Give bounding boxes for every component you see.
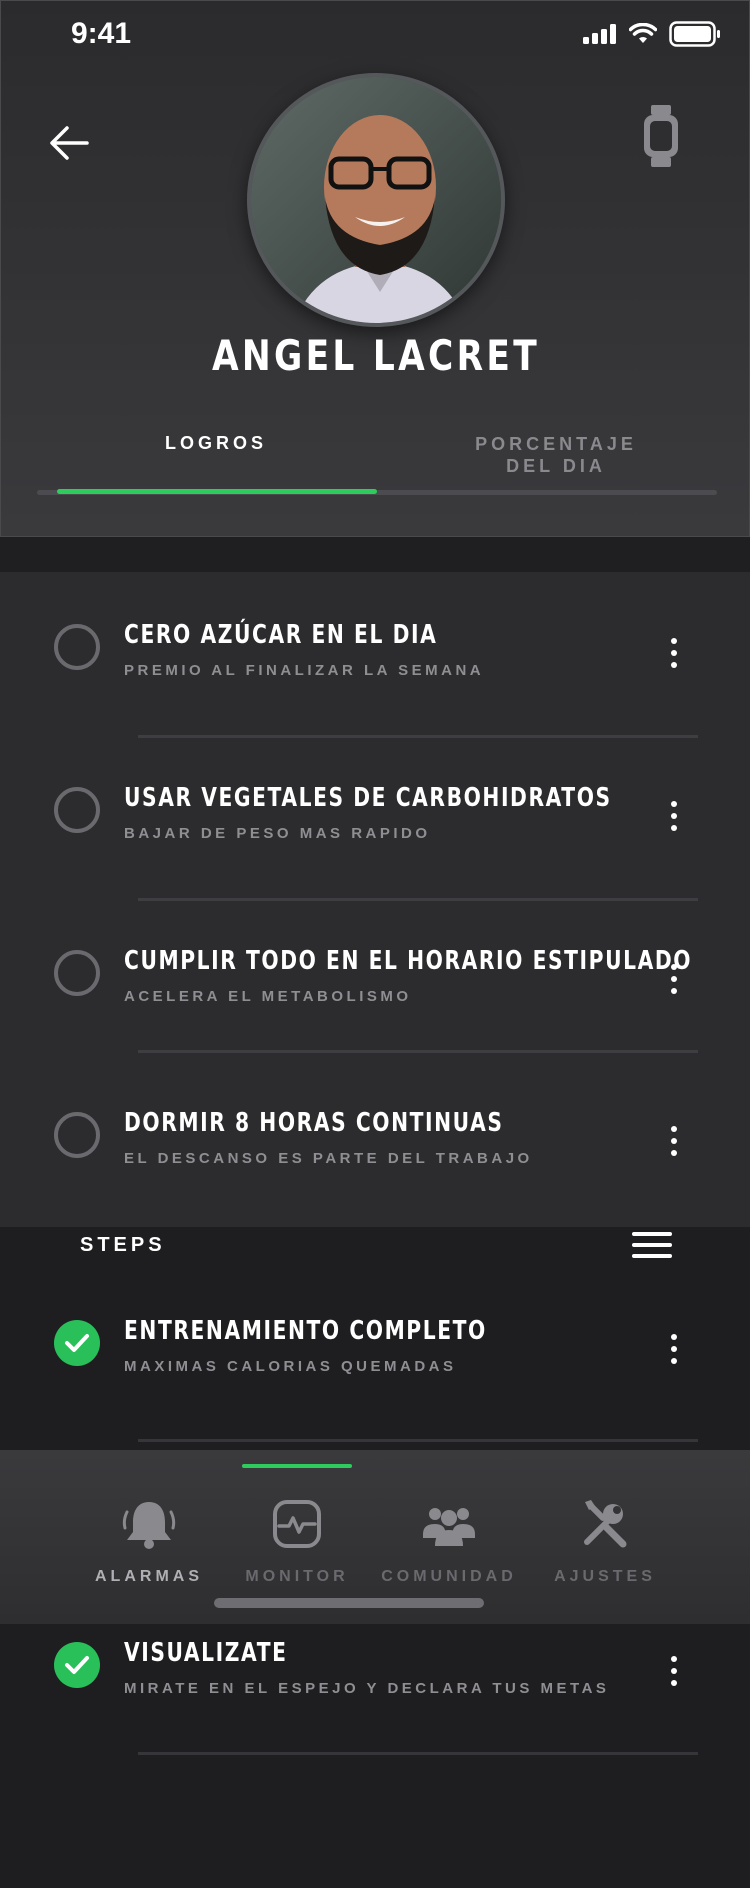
checked-circle-icon[interactable] <box>54 1642 100 1688</box>
item-subtitle: MAXIMAS CALORIAS QUEMADAS <box>124 1358 457 1375</box>
bottom-tab-bar: ALARMAS MONITOR COMUNIDAD AJUSTES <box>0 1450 750 1624</box>
unchecked-circle-icon[interactable] <box>54 624 100 670</box>
tab-logros[interactable]: LOGROS <box>131 433 301 454</box>
bell-icon <box>122 1502 176 1549</box>
more-options-icon[interactable] <box>664 1334 684 1368</box>
item-subtitle: ACELERA EL METABOLISMO <box>124 988 412 1005</box>
nav-label: ALARMAS <box>95 1568 203 1585</box>
item-subtitle: EL DESCANSO ES PARTE DEL TRABAJO <box>124 1150 533 1167</box>
profile-photo <box>251 77 501 323</box>
wifi-icon <box>629 23 657 43</box>
more-options-icon[interactable] <box>664 638 684 672</box>
status-icons <box>583 21 721 47</box>
nav-alarmas[interactable]: ALARMAS <box>74 1498 224 1586</box>
checked-circle-icon[interactable] <box>54 1320 100 1366</box>
tab-porcentaje-del-dia[interactable]: PORCENTAJE DEL DIA <box>451 433 661 477</box>
item-title: ENTRENAMIENTO COMPLETO <box>124 1316 487 1346</box>
nav-ajustes[interactable]: AJUSTES <box>530 1498 680 1586</box>
list-item[interactable]: CUMPLIR TODO EN EL HORARIO ESTIPULADO AC… <box>0 946 750 1036</box>
smartwatch-icon[interactable] <box>641 105 681 167</box>
item-title: DORMIR 8 HORAS CONTINUAS <box>124 1108 504 1138</box>
back-arrow-icon[interactable] <box>45 119 93 167</box>
divider <box>138 735 698 738</box>
battery-icon <box>669 21 720 47</box>
checkmark-icon <box>65 1656 89 1674</box>
avatar <box>247 73 505 327</box>
list-item[interactable]: USAR VEGETALES DE CARBOHIDRATOS BAJAR DE… <box>0 783 750 873</box>
unchecked-circle-icon[interactable] <box>54 1112 100 1158</box>
item-subtitle: PREMIO AL FINALIZAR LA SEMANA <box>124 662 485 679</box>
nav-label: AJUSTES <box>554 1568 656 1585</box>
unchecked-circle-icon[interactable] <box>54 787 100 833</box>
hamburger-menu-icon[interactable] <box>632 1232 672 1258</box>
tools-icon <box>584 1500 627 1548</box>
community-icon <box>423 1508 475 1546</box>
unchecked-circle-icon[interactable] <box>54 950 100 996</box>
profile-name: ANGEL LACRET <box>212 331 540 380</box>
list-item[interactable]: ENTRENAMIENTO COMPLETO MAXIMAS CALORIAS … <box>0 1316 750 1406</box>
list-item[interactable]: CERO AZÚCAR EN EL DIA PREMIO AL FINALIZA… <box>0 620 750 710</box>
item-title: USAR VEGETALES DE CARBOHIDRATOS <box>124 783 612 813</box>
divider <box>138 898 698 901</box>
more-options-icon[interactable] <box>664 964 684 998</box>
item-title: CERO AZÚCAR EN EL DIA <box>124 620 438 650</box>
nav-label: COMUNIDAD <box>381 1568 517 1585</box>
steps-label: STEPS <box>80 1234 166 1256</box>
list-item[interactable]: VISUALIZATE MIRATE EN EL ESPEJO Y DECLAR… <box>0 1638 750 1728</box>
item-title: VISUALIZATE <box>124 1638 288 1668</box>
status-time: 9:41 <box>71 17 132 50</box>
heart-monitor-icon <box>273 1500 321 1548</box>
checkmark-icon <box>65 1334 89 1352</box>
list-item[interactable]: DORMIR 8 HORAS CONTINUAS EL DESCANSO ES … <box>0 1108 750 1198</box>
divider <box>138 1050 698 1053</box>
divider <box>138 1439 698 1442</box>
more-options-icon[interactable] <box>664 1656 684 1690</box>
signal-icon <box>583 24 616 44</box>
more-options-icon[interactable] <box>664 801 684 835</box>
item-title: CUMPLIR TODO EN EL HORARIO ESTIPULADO <box>124 946 693 976</box>
nav-comunidad[interactable]: COMUNIDAD <box>374 1498 524 1586</box>
profile-header: 9:41 ANGEL LACRET LOGROS PORCENTAJE DEL … <box>0 0 750 537</box>
nav-label: MONITOR <box>245 1568 349 1585</box>
home-indicator[interactable] <box>214 1598 484 1608</box>
nav-monitor[interactable]: MONITOR <box>222 1498 372 1586</box>
more-options-icon[interactable] <box>664 1126 684 1160</box>
item-subtitle: MIRATE EN EL ESPEJO Y DECLARA TUS METAS <box>124 1680 610 1697</box>
section-separator <box>0 537 750 572</box>
tabbar-active-indicator <box>242 1464 352 1468</box>
item-subtitle: BAJAR DE PESO MAS RAPIDO <box>124 825 431 842</box>
tab-active-indicator <box>57 489 377 494</box>
divider <box>138 1752 698 1755</box>
